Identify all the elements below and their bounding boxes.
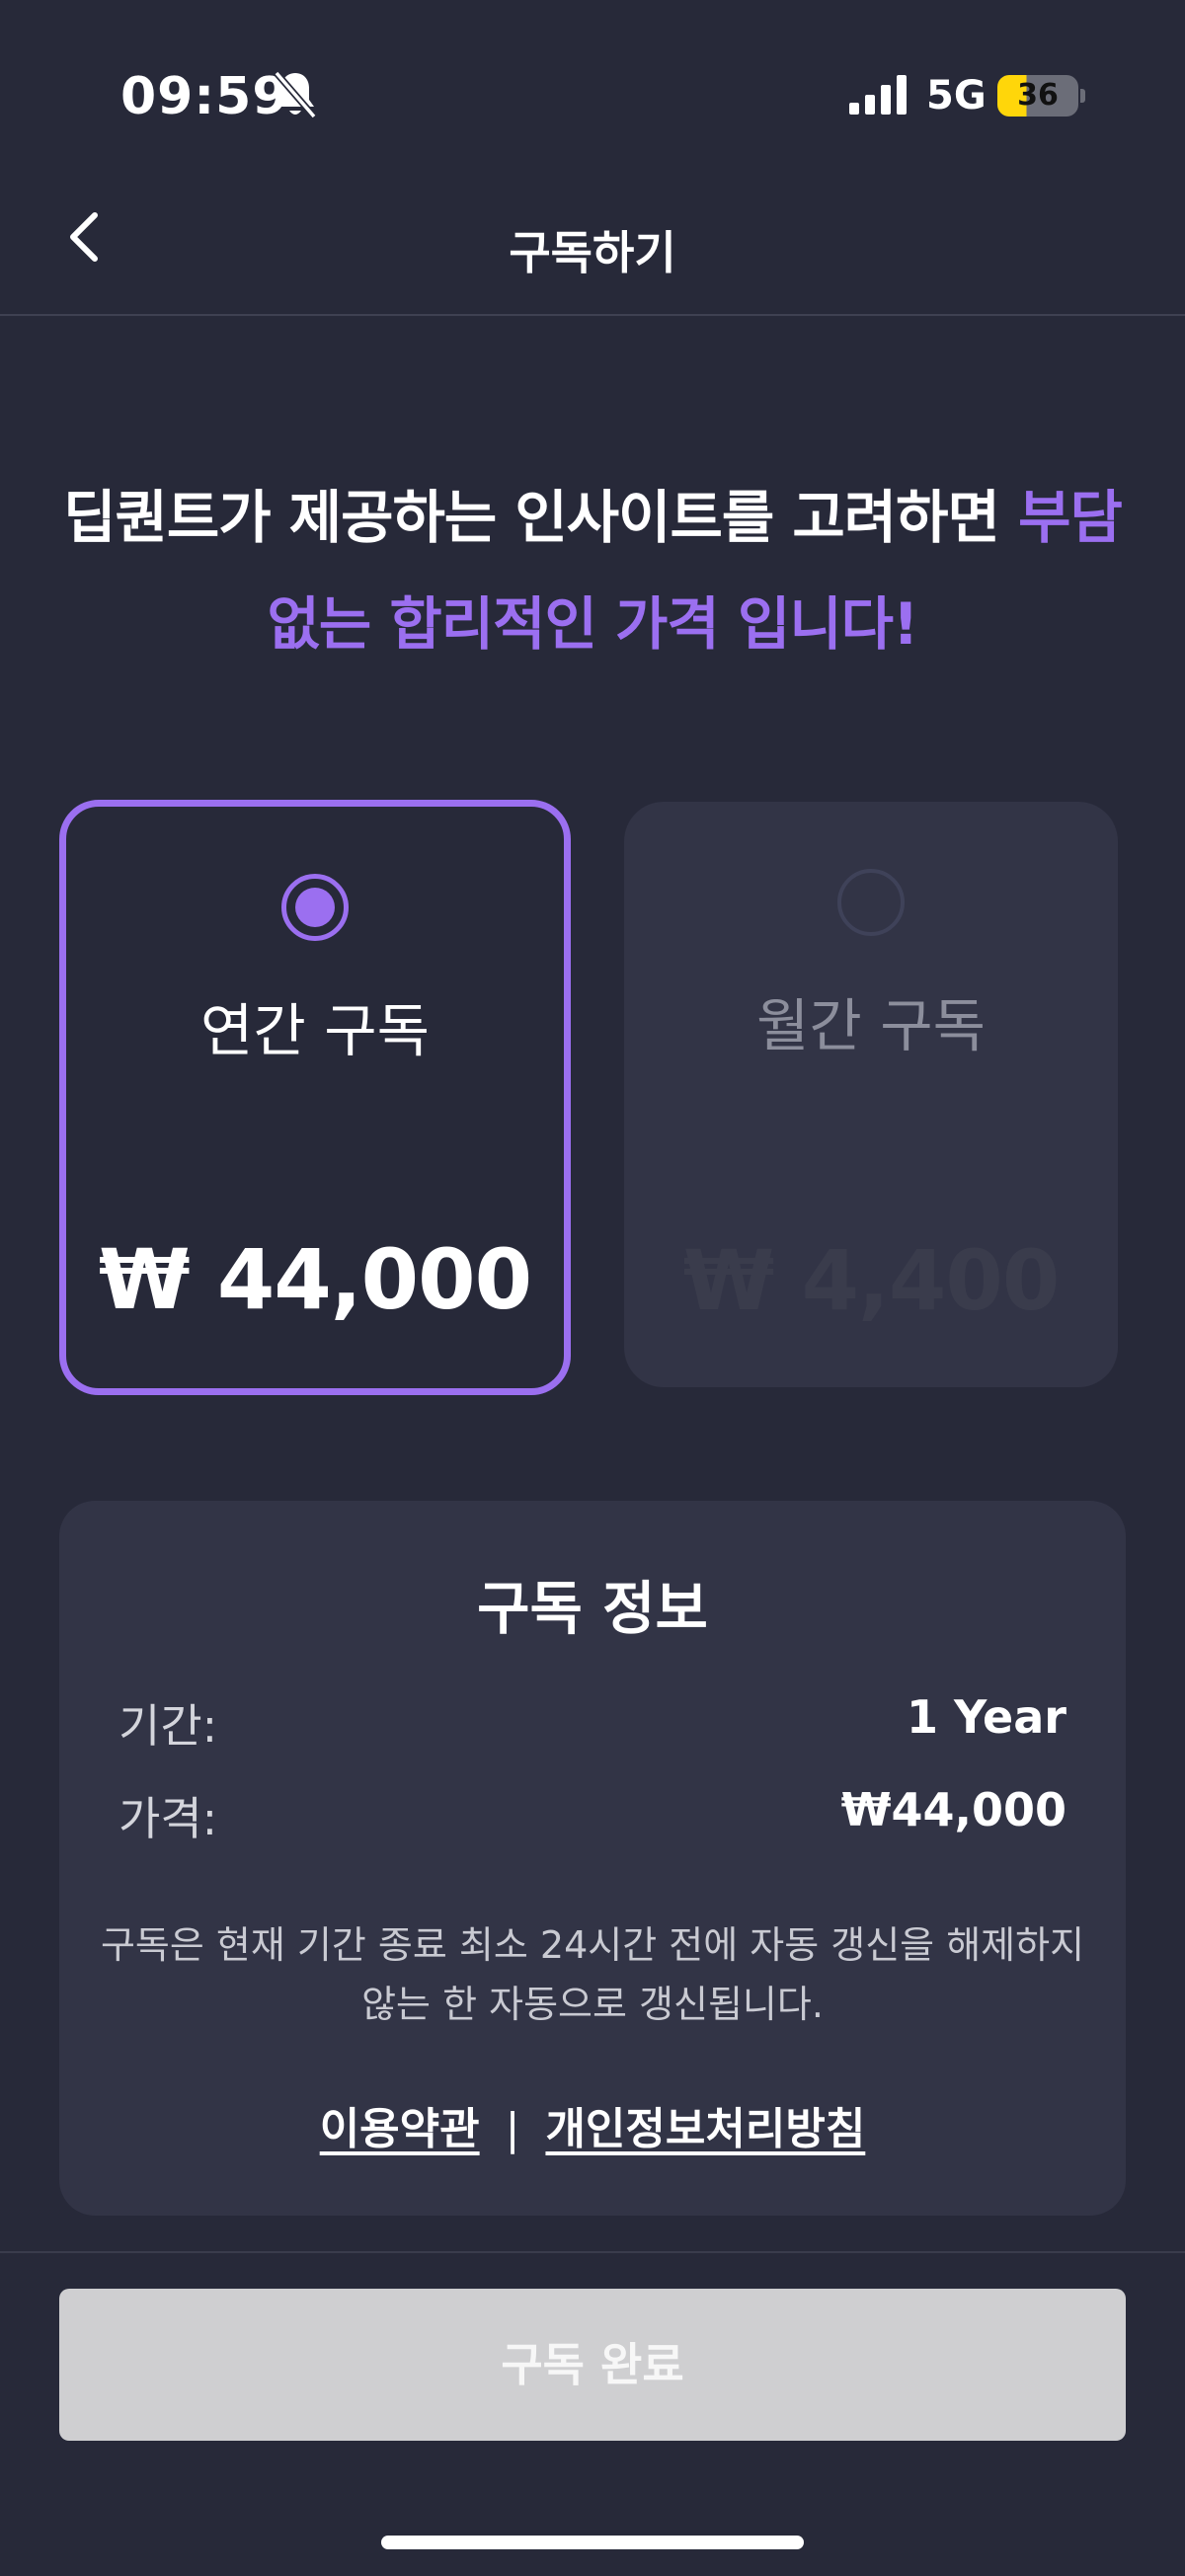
page-title: 구독하기 xyxy=(509,226,676,279)
plan-card-monthly[interactable]: 월간 구독 ₩ 4,400 xyxy=(624,802,1118,1387)
nav-header: 구독하기 xyxy=(0,188,1185,316)
radio-unselected[interactable] xyxy=(837,869,905,936)
subscribe-complete-button[interactable]: 구독 완료 xyxy=(59,2289,1126,2441)
legal-links: 이용약관 | 개인정보처리방침 xyxy=(59,2093,1126,2156)
network-type: 5G xyxy=(926,73,987,118)
plan-name: 연간 구독 xyxy=(200,997,430,1064)
plan-price: ₩ 4,400 xyxy=(682,1232,1061,1329)
info-row-period: 기간: 1 Year xyxy=(118,1690,1066,1753)
subscription-screen: 09:59 5G 36 구독하기 딥퀀트가 제공하는 인사이트를 고려하면 부담… xyxy=(0,0,1185,2576)
plan-price: ₩ 44,000 xyxy=(98,1231,532,1328)
headline-text: 딥퀀트가 제공하는 인사이트를 고려하면 xyxy=(63,484,1019,551)
signal-icon xyxy=(849,75,907,115)
status-time: 09:59 xyxy=(120,67,289,126)
price-value: ₩44,000 xyxy=(840,1783,1066,1836)
link-separator: | xyxy=(505,2104,520,2154)
battery-cap xyxy=(1080,89,1085,103)
bell-muted-icon xyxy=(274,70,317,119)
info-row-price: 가격: ₩44,000 xyxy=(118,1783,1066,1845)
battery-icon: 36 xyxy=(997,75,1085,117)
headline: 딥퀀트가 제공하는 인사이트를 고려하면 부담 없는 합리적인 가격 입니다! xyxy=(40,464,1146,677)
home-indicator xyxy=(381,2536,804,2549)
bottom-divider xyxy=(0,2251,1185,2253)
price-label: 가격: xyxy=(118,1792,218,1845)
plan-name: 월간 구독 xyxy=(756,992,986,1059)
plan-card-annual[interactable]: 연간 구독 ₩ 44,000 xyxy=(59,800,571,1395)
privacy-policy-link[interactable]: 개인정보처리방침 xyxy=(545,2104,865,2154)
terms-link[interactable]: 이용약관 xyxy=(320,2104,480,2154)
period-value: 1 Year xyxy=(906,1690,1066,1744)
period-label: 기간: xyxy=(118,1699,218,1753)
auto-renew-note: 구독은 현재 기간 종료 최소 24시간 전에 자동 갱신을 해제하지 않는 한… xyxy=(100,1923,1085,2026)
radio-selected[interactable] xyxy=(281,874,349,941)
status-bar: 09:59 5G 36 xyxy=(0,0,1185,188)
subscription-info-panel: 구독 정보 기간: 1 Year 가격: ₩44,000 구독은 현재 기간 종… xyxy=(59,1501,1126,2216)
info-title: 구독 정보 xyxy=(477,1575,708,1642)
battery-level: 36 xyxy=(997,75,1078,117)
